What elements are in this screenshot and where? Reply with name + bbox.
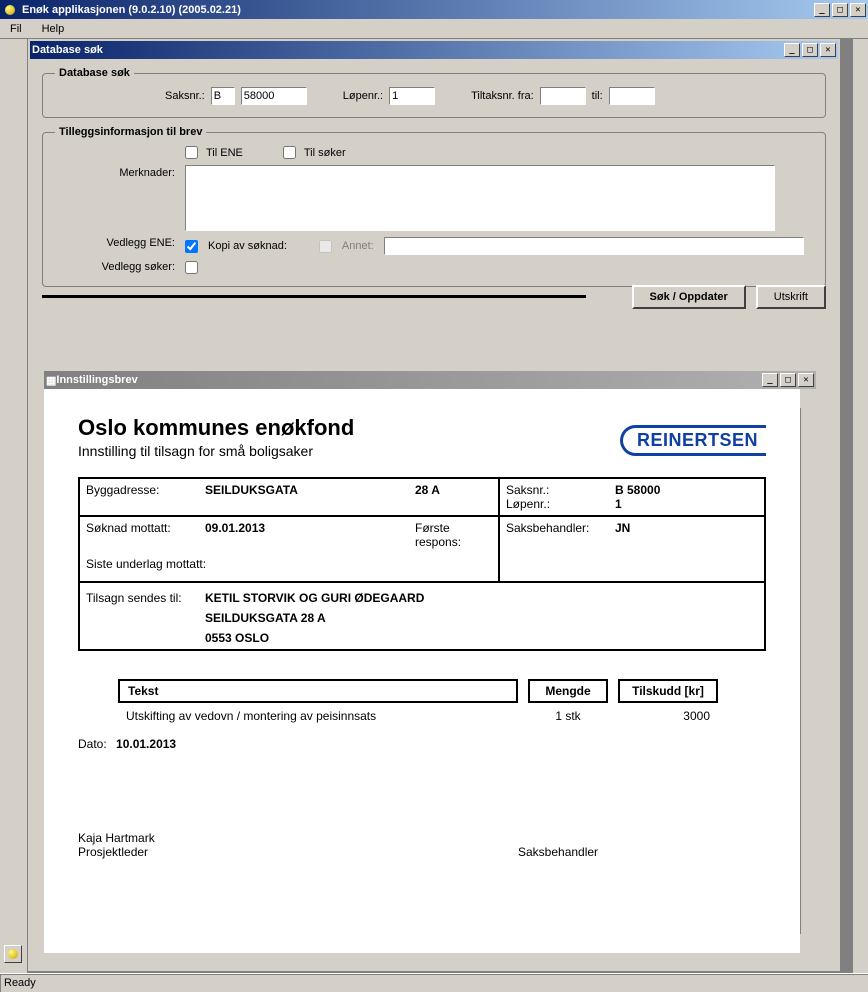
db-search-window: Database søk _ □ ✕ Database søk Saksnr.:… <box>28 39 840 971</box>
report-page: Oslo kommunes enøkfond Innstilling til t… <box>44 389 800 953</box>
menubar: Fil Help <box>0 19 868 39</box>
extra-legend: Tilleggsinformasjon til brev <box>55 126 206 138</box>
app-icon <box>2 2 18 18</box>
rpt-saksbehandler-val: JN <box>615 521 630 535</box>
tilsagn-name: KETIL STORVIK OG GURI ØDEGAARD <box>205 591 758 605</box>
kopi-checkbox[interactable] <box>185 240 198 253</box>
sok-oppdater-button[interactable]: Søk / Oppdater <box>632 285 746 309</box>
byggadresse-val: SEILDUKSGATA <box>205 483 298 497</box>
lopenr-label: Løpenr.: <box>343 90 383 102</box>
mdi-client: Database søk _ □ ✕ Database søk Saksnr.:… <box>0 39 868 973</box>
kopi-label: Kopi av søknad: <box>208 240 287 252</box>
app-title: Enøk applikasjonen (9.0.2.10) (2005.02.2… <box>22 4 812 16</box>
left-rail <box>0 39 28 973</box>
utskrift-button[interactable]: Utskrift <box>756 285 826 309</box>
report-info-table: Byggadresse: SEILDUKSGATA 28 A Saksnr.: … <box>78 477 766 651</box>
line-tilskudd: 3000 <box>618 709 718 723</box>
sign-left-name: Kaja Hartmark <box>78 831 518 845</box>
soknad-mottatt-val: 09.01.2013 <box>205 521 265 535</box>
tiltaknr-fra-input[interactable] <box>540 87 586 105</box>
sign-left-role: Prosjektleder <box>78 845 518 859</box>
app-titlebar: Enøk applikasjonen (9.0.2.10) (2005.02.2… <box>0 0 868 19</box>
til-label: til: <box>592 90 603 102</box>
dato-label: Dato: <box>78 737 107 751</box>
merknader-label: Merknader: <box>55 165 175 179</box>
lopenr-input[interactable] <box>389 87 435 105</box>
rpt-lopenr-val: 1 <box>615 497 622 511</box>
preview-maximize-button[interactable]: □ <box>780 373 796 387</box>
menu-file[interactable]: Fil <box>4 21 28 37</box>
db-window-titlebar: Database søk _ □ ✕ <box>30 41 838 59</box>
saksnr-prefix-input[interactable] <box>211 87 235 105</box>
preview-minimize-button[interactable]: _ <box>762 373 778 387</box>
minimize-button[interactable]: _ <box>814 3 830 17</box>
vedlegg-ene-label: Vedlegg ENE: <box>55 237 175 249</box>
vedlegg-soker-checkbox[interactable] <box>185 261 198 274</box>
line-items: Tekst Mengde Tilskudd [kr] Utskifting av… <box>78 679 766 723</box>
client-scrollbar[interactable] <box>852 39 868 973</box>
annet-label: Annet: <box>342 240 374 252</box>
rail-button-icon[interactable] <box>4 945 22 963</box>
preview-scrollbar[interactable] <box>800 408 816 934</box>
til-ene-checkbox[interactable] <box>185 146 198 159</box>
tilsagn-label: Tilsagn sendes til: <box>86 591 182 605</box>
til-soker-label: Til søker <box>304 147 346 159</box>
rpt-saksnr-label: Saksnr.: <box>506 483 549 497</box>
search-fieldset: Database søk Saksnr.: Løpenr.: Tiltaksnr… <box>42 67 826 118</box>
tilsagn-city: 0553 OSLO <box>205 631 758 645</box>
sign-right-role: Saksbehandler <box>518 845 598 859</box>
preview-window: ▦ Innstillingsbrev _ □ ✕ Oslo kommunes e… <box>42 369 818 955</box>
annet-input[interactable] <box>384 237 804 255</box>
rpt-saksnr-val: B 58000 <box>615 483 660 497</box>
vedlegg-soker-label: Vedlegg søker: <box>55 261 175 273</box>
menu-help[interactable]: Help <box>36 21 71 37</box>
dato-val: 10.01.2013 <box>116 737 176 751</box>
maximize-button[interactable]: □ <box>832 3 848 17</box>
search-legend: Database søk <box>55 67 134 79</box>
preview-window-title: Innstillingsbrev <box>56 374 760 386</box>
col-tekst: Tekst <box>118 679 518 703</box>
til-soker-checkbox[interactable] <box>283 146 296 159</box>
rpt-lopenr-label: Løpenr.: <box>506 497 550 511</box>
til-input[interactable] <box>609 87 655 105</box>
tilsagn-addr: SEILDUKSGATA 28 A <box>205 611 758 625</box>
window-controls: _ □ ✕ <box>812 3 866 17</box>
brand-logo: REINERTSEN <box>620 425 766 456</box>
tiltaknr-fra-label: Tiltaksnr. fra: <box>471 90 534 102</box>
byggadresse-label: Byggadresse: <box>86 483 159 497</box>
preview-window-icon: ▦ <box>46 374 56 387</box>
status-text: Ready <box>4 977 36 989</box>
db-minimize-button[interactable]: _ <box>784 43 800 57</box>
line-mengde: 1 stk <box>528 709 608 723</box>
preview-close-button[interactable]: ✕ <box>798 373 814 387</box>
annet-checkbox[interactable] <box>319 240 332 253</box>
saksnr-label: Saksnr.: <box>165 90 205 102</box>
line-tekst: Utskifting av vedovn / montering av peis… <box>118 709 518 723</box>
til-ene-label: Til ENE <box>206 147 243 159</box>
preview-titlebar: ▦ Innstillingsbrev _ □ ✕ <box>44 371 816 389</box>
saksnr-num-input[interactable] <box>241 87 307 105</box>
byggadresse-num: 28 A <box>415 483 440 497</box>
statusbar: Ready <box>0 973 868 992</box>
db-maximize-button[interactable]: □ <box>802 43 818 57</box>
merknader-textarea[interactable] <box>185 165 775 231</box>
extra-fieldset: Tilleggsinformasjon til brev Til ENE Til… <box>42 126 826 287</box>
forste-respons-label: Første respons: <box>415 521 461 549</box>
db-window-title: Database søk <box>32 44 782 56</box>
siste-underlag-label: Siste underlag mottatt: <box>86 557 206 571</box>
col-mengde: Mengde <box>528 679 608 703</box>
soknad-mottatt-label: Søknad mottatt: <box>86 521 171 535</box>
close-button[interactable]: ✕ <box>850 3 866 17</box>
rpt-saksbehandler-label: Saksbehandler: <box>506 521 589 535</box>
col-tilskudd: Tilskudd [kr] <box>618 679 718 703</box>
db-close-button[interactable]: ✕ <box>820 43 836 57</box>
